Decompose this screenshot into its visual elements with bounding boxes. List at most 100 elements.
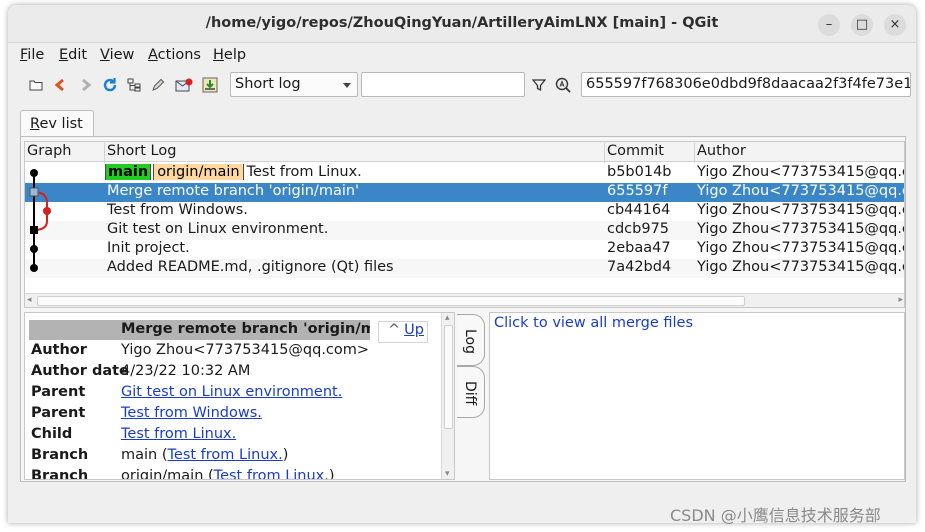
branch-ref-badge: main bbox=[105, 164, 152, 180]
open-folder-icon[interactable] bbox=[26, 75, 46, 95]
tab-diff[interactable]: Diff bbox=[457, 366, 485, 418]
find-icon[interactable] bbox=[553, 75, 573, 95]
parent-link[interactable]: Test from Windows. bbox=[121, 405, 262, 421]
column-author[interactable]: Author bbox=[695, 143, 904, 163]
commit-graph bbox=[29, 169, 51, 272]
close-button[interactable]: × bbox=[884, 14, 906, 36]
revision-details: Merge remote branch 'origin/main' ^Up Au… bbox=[24, 312, 455, 480]
scroll-down-icon[interactable]: ▾ bbox=[445, 469, 450, 479]
commit-cell: 2ebaa47 bbox=[607, 240, 671, 256]
minimize-button[interactable]: – bbox=[818, 14, 840, 36]
detail-branch: Branch origin/main (Test from Linux.) bbox=[29, 468, 375, 479]
menu-edit[interactable]: Edit bbox=[59, 47, 87, 63]
maximize-button[interactable]: □ bbox=[851, 14, 873, 36]
author-cell: Yigo Zhou<773753415@qq.co. bbox=[697, 164, 905, 180]
short-log-cell: Added README.md, .gitignore (Qt) files bbox=[107, 259, 394, 275]
mail-patch-icon[interactable] bbox=[174, 75, 194, 95]
qgit-window: /home/yigo/repos/ZhouQingYuan/ArtilleryA… bbox=[8, 5, 916, 523]
detail-tabs: Log Diff bbox=[457, 314, 487, 424]
title-bar: /home/yigo/repos/ZhouQingYuan/ArtilleryA… bbox=[8, 5, 916, 43]
child-link[interactable]: Test from Linux. bbox=[121, 426, 236, 442]
table-row[interactable]: Init project. 2ebaa47 Yigo Zhou<77375341… bbox=[25, 240, 905, 259]
commit-node bbox=[30, 264, 38, 272]
column-short-log[interactable]: Short Log bbox=[105, 143, 605, 163]
refresh-icon[interactable] bbox=[100, 75, 120, 95]
up-button[interactable]: ^ Up bbox=[378, 321, 428, 343]
menu-actions[interactable]: Actions bbox=[148, 47, 201, 63]
detail-child: Child Test from Linux. bbox=[31, 426, 237, 442]
author-cell: Yigo Zhou<773753415@qq.co. bbox=[697, 202, 905, 218]
watermark: CSDN @小鹰信息技术服务部 bbox=[670, 506, 881, 525]
short-log-cell: Git test on Linux environment. bbox=[107, 221, 329, 237]
vertical-scrollbar[interactable]: ▴ ▾ bbox=[441, 313, 454, 479]
menu-view[interactable]: View bbox=[100, 47, 134, 63]
tree-view-icon[interactable] bbox=[124, 75, 144, 95]
commit-cell: cdcb975 bbox=[607, 221, 670, 237]
menu-file[interactable]: File bbox=[20, 47, 44, 63]
window-title: /home/yigo/repos/ZhouQingYuan/ArtilleryA… bbox=[205, 15, 719, 31]
view-merge-files-link[interactable]: Click to view all merge files bbox=[494, 315, 693, 331]
parent-link[interactable]: Git test on Linux environment. bbox=[121, 384, 342, 400]
horizontal-scrollbar[interactable]: ◂ ▸ bbox=[25, 293, 904, 307]
filter-input[interactable] bbox=[361, 72, 525, 97]
author-cell: Yigo Zhou<773753415@qq.co. bbox=[697, 259, 905, 275]
column-commit[interactable]: Commit bbox=[605, 143, 695, 163]
short-log-cell: Merge remote branch 'origin/main' bbox=[107, 183, 360, 199]
rev-list-page: Graph Short Log Commit Author main origin… bbox=[20, 136, 906, 482]
commit-cell: 7a42bd4 bbox=[607, 259, 672, 275]
table-row-selected[interactable]: Merge remote branch 'origin/main' 655597… bbox=[25, 183, 905, 202]
scrollbar-thumb[interactable] bbox=[444, 325, 453, 429]
branch-link[interactable]: Test from Linux. bbox=[168, 447, 283, 463]
toolbar: Short log 655597f768306e0dbd9f8daacaa2f3… bbox=[8, 69, 916, 101]
author-cell: Yigo Zhou<773753415@qq.co. bbox=[697, 240, 905, 256]
detail-parent: Parent Git test on Linux environment. bbox=[31, 384, 343, 400]
up-link[interactable]: Up bbox=[404, 322, 424, 338]
commit-node bbox=[43, 207, 51, 215]
merge-base-node bbox=[30, 226, 38, 234]
table-row[interactable]: Test from Windows. cb44164 Yigo Zhou<773… bbox=[25, 202, 905, 221]
author-cell: Yigo Zhou<773753415@qq.co. bbox=[697, 183, 905, 199]
log-view-value: Short log bbox=[235, 76, 301, 92]
commit-cell: b5b014b bbox=[607, 164, 672, 180]
short-log-cell: main origin/main Test from Linux. bbox=[105, 164, 605, 180]
author-cell: Yigo Zhou<773753415@qq.co. bbox=[697, 221, 905, 237]
scroll-right-icon[interactable]: ▸ bbox=[898, 295, 903, 305]
commit-node bbox=[30, 169, 38, 177]
table-row[interactable]: Added README.md, .gitignore (Qt) files 7… bbox=[25, 259, 905, 278]
tab-rev-list[interactable]: Rev list bbox=[20, 110, 94, 138]
filter-funnel-icon[interactable] bbox=[529, 75, 549, 95]
revision-list-header: Graph Short Log Commit Author bbox=[25, 142, 904, 163]
back-arrow-icon[interactable] bbox=[50, 75, 70, 95]
menu-help[interactable]: Help bbox=[213, 47, 246, 63]
table-row[interactable]: Git test on Linux environment. cdcb975 Y… bbox=[25, 221, 905, 240]
detail-author-date: Author date 4/23/22 10:32 AM bbox=[31, 363, 251, 379]
revision-list: Graph Short Log Commit Author main origin… bbox=[24, 141, 905, 308]
apply-patch-icon[interactable] bbox=[200, 75, 220, 95]
column-graph[interactable]: Graph bbox=[25, 143, 105, 163]
merge-files-panel: Click to view all merge files bbox=[489, 312, 905, 480]
forward-arrow-icon[interactable] bbox=[76, 75, 96, 95]
detail-heading: Merge remote branch 'origin/main' bbox=[29, 320, 370, 340]
commit-cell: cb44164 bbox=[607, 202, 671, 218]
commit-cell: 655597f bbox=[607, 183, 668, 199]
menu-bar: File Edit View Actions Help bbox=[8, 43, 916, 69]
pencil-icon[interactable] bbox=[148, 75, 168, 95]
scroll-left-icon[interactable]: ◂ bbox=[27, 295, 32, 305]
scroll-up-icon[interactable]: ▴ bbox=[445, 313, 450, 323]
up-arrow-icon: ^ bbox=[388, 322, 401, 338]
merge-node bbox=[29, 187, 39, 197]
short-log-cell: Test from Windows. bbox=[107, 202, 248, 218]
detail-branch: Branch main (Test from Linux.) bbox=[31, 447, 289, 463]
chevron-down-icon bbox=[343, 83, 351, 88]
branch-link[interactable]: Test from Linux. bbox=[214, 468, 329, 479]
sha-input[interactable]: 655597f768306e0dbd9f8daacaa2f3f4fe73e192 bbox=[581, 72, 911, 97]
remote-ref-badge: origin/main bbox=[153, 164, 244, 180]
short-log-cell: Init project. bbox=[107, 240, 190, 256]
detail-parent: Parent Test from Windows. bbox=[31, 405, 262, 421]
detail-author: Author Yigo Zhou<773753415@qq.com> bbox=[31, 342, 370, 358]
tab-bar: Rev list bbox=[8, 101, 916, 138]
tab-log[interactable]: Log bbox=[457, 314, 485, 366]
table-row[interactable]: main origin/main Test from Linux. b5b014b … bbox=[25, 164, 905, 183]
scrollbar-thumb[interactable] bbox=[37, 296, 745, 306]
log-view-select[interactable]: Short log bbox=[230, 72, 358, 97]
